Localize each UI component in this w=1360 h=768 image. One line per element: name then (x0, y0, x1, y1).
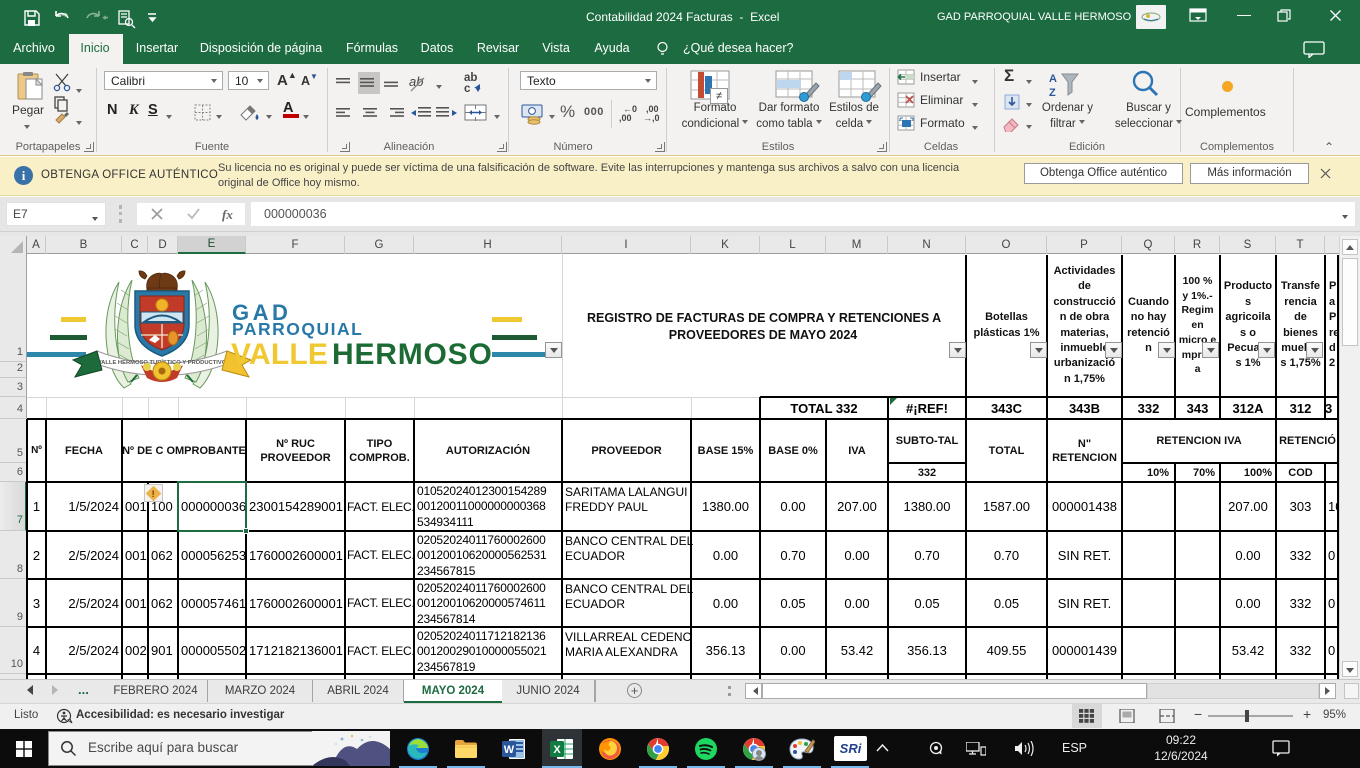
svg-text:HERMOSO: HERMOSO (332, 338, 493, 371)
svg-text:A: A (1049, 73, 1057, 85)
svg-text:W: W (504, 744, 515, 756)
svg-text:fx: fx (222, 207, 233, 222)
svg-text:X: X (553, 744, 561, 756)
svg-text:→,0: →,0 (643, 113, 660, 123)
svg-text:PARROQUIAL: PARROQUIAL (232, 319, 363, 339)
svg-text:VALLE: VALLE (231, 338, 328, 371)
svg-text:,00: ,00 (619, 113, 632, 123)
svg-text:c: c (464, 83, 471, 95)
svg-text:Z: Z (1049, 87, 1056, 99)
